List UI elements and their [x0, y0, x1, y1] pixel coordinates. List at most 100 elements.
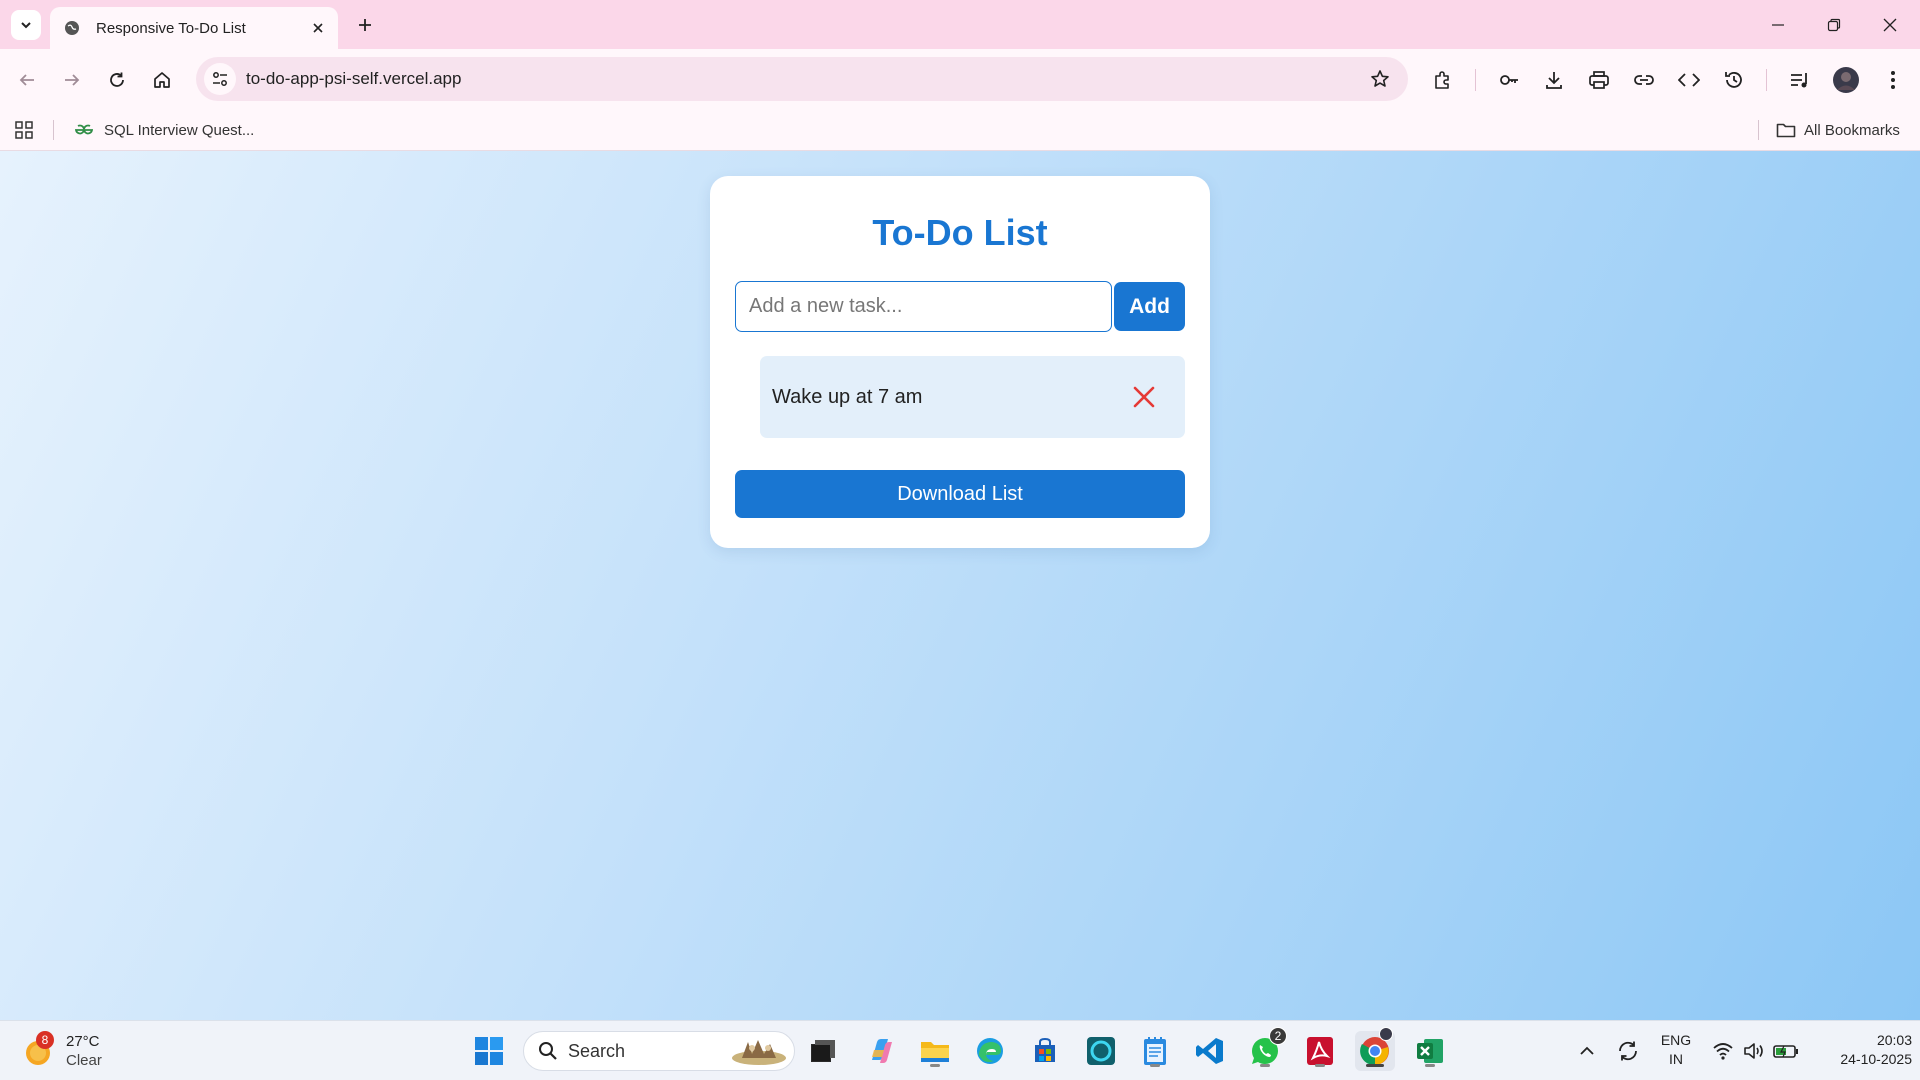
close-tab-icon[interactable] — [304, 14, 332, 42]
delete-task-icon[interactable] — [1125, 378, 1163, 416]
notepad-icon — [1144, 1037, 1166, 1065]
site-info-icon[interactable] — [204, 63, 236, 95]
alexa-app[interactable] — [1081, 1031, 1121, 1071]
reload-icon — [110, 72, 124, 87]
bookmark-label: SQL Interview Quest... — [104, 121, 255, 139]
search-icon — [539, 1042, 557, 1060]
app-running-indicator — [1315, 1064, 1325, 1067]
microsoft-store-app[interactable] — [1025, 1031, 1065, 1071]
close-window-button[interactable] — [1862, 0, 1918, 49]
whatsapp-notification-badge: 2 — [1269, 1027, 1287, 1045]
sync-tray-icon[interactable] — [1611, 1031, 1645, 1071]
plus-icon — [359, 19, 371, 31]
password-key-icon[interactable] — [1492, 63, 1526, 97]
weather-temp: 27°C — [66, 1033, 100, 1050]
app-active-indicator — [1366, 1064, 1384, 1067]
url-text[interactable]: to-do-app-psi-self.vercel.app — [246, 69, 1360, 89]
taskbar-search[interactable]: Search — [523, 1031, 795, 1071]
weather-condition: Clear — [66, 1052, 102, 1069]
new-tab-button[interactable] — [350, 10, 380, 40]
tab-search-button[interactable] — [11, 10, 41, 40]
restore-button[interactable] — [1806, 0, 1862, 49]
todo-card: To-Do List Add Wake up at 7 am Download … — [710, 176, 1210, 548]
folder-icon — [921, 1042, 949, 1062]
start-button[interactable] — [469, 1031, 509, 1071]
bookmark-star-icon[interactable] — [1360, 59, 1400, 99]
page-title: To-Do List — [872, 212, 1048, 253]
language-code: ENG — [1660, 1032, 1692, 1048]
toolbar-divider — [1766, 69, 1767, 91]
home-button[interactable] — [145, 63, 179, 97]
task-view-app[interactable] — [803, 1031, 843, 1071]
profile-avatar-icon[interactable] — [1829, 63, 1863, 97]
history-icon[interactable] — [1717, 63, 1751, 97]
vscode-app[interactable] — [1190, 1031, 1230, 1071]
vscode-icon — [1196, 1038, 1223, 1064]
system-clock[interactable]: 20:03 24-10-2025 — [1808, 1031, 1912, 1069]
back-button[interactable] — [10, 63, 44, 97]
extensions-icon[interactable] — [1425, 63, 1459, 97]
close-icon — [1883, 18, 1897, 31]
weather-sun-icon: 8 — [22, 1031, 58, 1069]
download-list-button[interactable]: Download List — [735, 470, 1185, 518]
new-task-input[interactable] — [735, 281, 1112, 332]
globe-icon — [63, 19, 81, 37]
all-bookmarks-button[interactable]: All Bookmarks — [1768, 116, 1908, 144]
browser-tab-bar: Responsive To-Do List — [0, 0, 1920, 49]
edge-app[interactable] — [970, 1031, 1010, 1071]
language-indicator[interactable]: ENG IN — [1658, 1031, 1694, 1069]
task-list-item: Wake up at 7 am — [760, 356, 1185, 438]
bookmark-sql-interview[interactable]: SQL Interview Quest... — [66, 116, 262, 144]
battery-icon[interactable] — [1771, 1031, 1801, 1071]
code-icon[interactable] — [1672, 63, 1706, 97]
clock-time: 20:03 — [1876, 1032, 1912, 1048]
acrobat-icon — [1307, 1037, 1333, 1065]
add-task-button[interactable]: Add — [1114, 282, 1185, 331]
whatsapp-app[interactable]: 2 — [1245, 1027, 1287, 1071]
apps-grid-icon[interactable] — [10, 117, 38, 143]
excel-app[interactable] — [1410, 1031, 1450, 1071]
chrome-profile-badge — [1379, 1027, 1393, 1041]
geeksforgeeks-icon — [74, 124, 94, 135]
task-view-icon — [811, 1040, 835, 1062]
media-control-icon[interactable] — [1783, 63, 1817, 97]
page-viewport: To-Do List Add Wake up at 7 am Download … — [0, 151, 1920, 1020]
app-running-indicator — [1150, 1064, 1160, 1067]
app-running-indicator — [930, 1064, 940, 1067]
print-icon[interactable] — [1582, 63, 1616, 97]
browser-tab-active[interactable]: Responsive To-Do List — [50, 7, 338, 49]
minimize-icon — [1772, 23, 1784, 26]
copilot-app[interactable] — [861, 1031, 901, 1071]
toolbar-divider — [1475, 69, 1476, 91]
tab-title: Responsive To-Do List — [96, 19, 246, 37]
reload-button[interactable] — [100, 63, 134, 97]
windows-logo-icon — [475, 1037, 503, 1065]
file-explorer-app[interactable] — [915, 1031, 955, 1071]
wifi-icon[interactable] — [1709, 1031, 1737, 1071]
copilot-icon — [872, 1039, 892, 1063]
app-running-indicator — [1260, 1064, 1270, 1067]
edge-icon — [977, 1038, 1003, 1064]
arrow-left-icon — [19, 74, 34, 86]
volume-icon[interactable] — [1740, 1031, 1768, 1071]
all-bookmarks-label: All Bookmarks — [1804, 121, 1900, 139]
bookmarks-bar: SQL Interview Quest... All Bookmarks — [0, 109, 1920, 151]
show-hidden-icons-button[interactable] — [1572, 1031, 1602, 1071]
search-highlight-icon — [732, 1040, 786, 1065]
chevron-up-icon — [1580, 1046, 1594, 1055]
download-icon[interactable] — [1537, 63, 1571, 97]
chrome-app[interactable] — [1355, 1027, 1395, 1071]
minimize-button[interactable] — [1750, 0, 1806, 49]
weather-widget[interactable]: 8 27°C Clear — [22, 1028, 102, 1074]
folder-icon — [1776, 123, 1796, 138]
notepad-app[interactable] — [1135, 1031, 1175, 1071]
forward-button[interactable] — [55, 63, 89, 97]
excel-icon — [1417, 1039, 1443, 1063]
address-bar[interactable]: to-do-app-psi-self.vercel.app — [196, 57, 1408, 101]
windows-taskbar: 8 27°C Clear Search 2 ENG IN 20:03 24-10… — [0, 1020, 1920, 1080]
search-label: Search — [568, 1040, 626, 1061]
kebab-menu-icon[interactable] — [1876, 63, 1910, 97]
acrobat-app[interactable] — [1300, 1031, 1340, 1071]
bookmark-divider — [1758, 120, 1759, 140]
link-icon[interactable] — [1627, 63, 1661, 97]
